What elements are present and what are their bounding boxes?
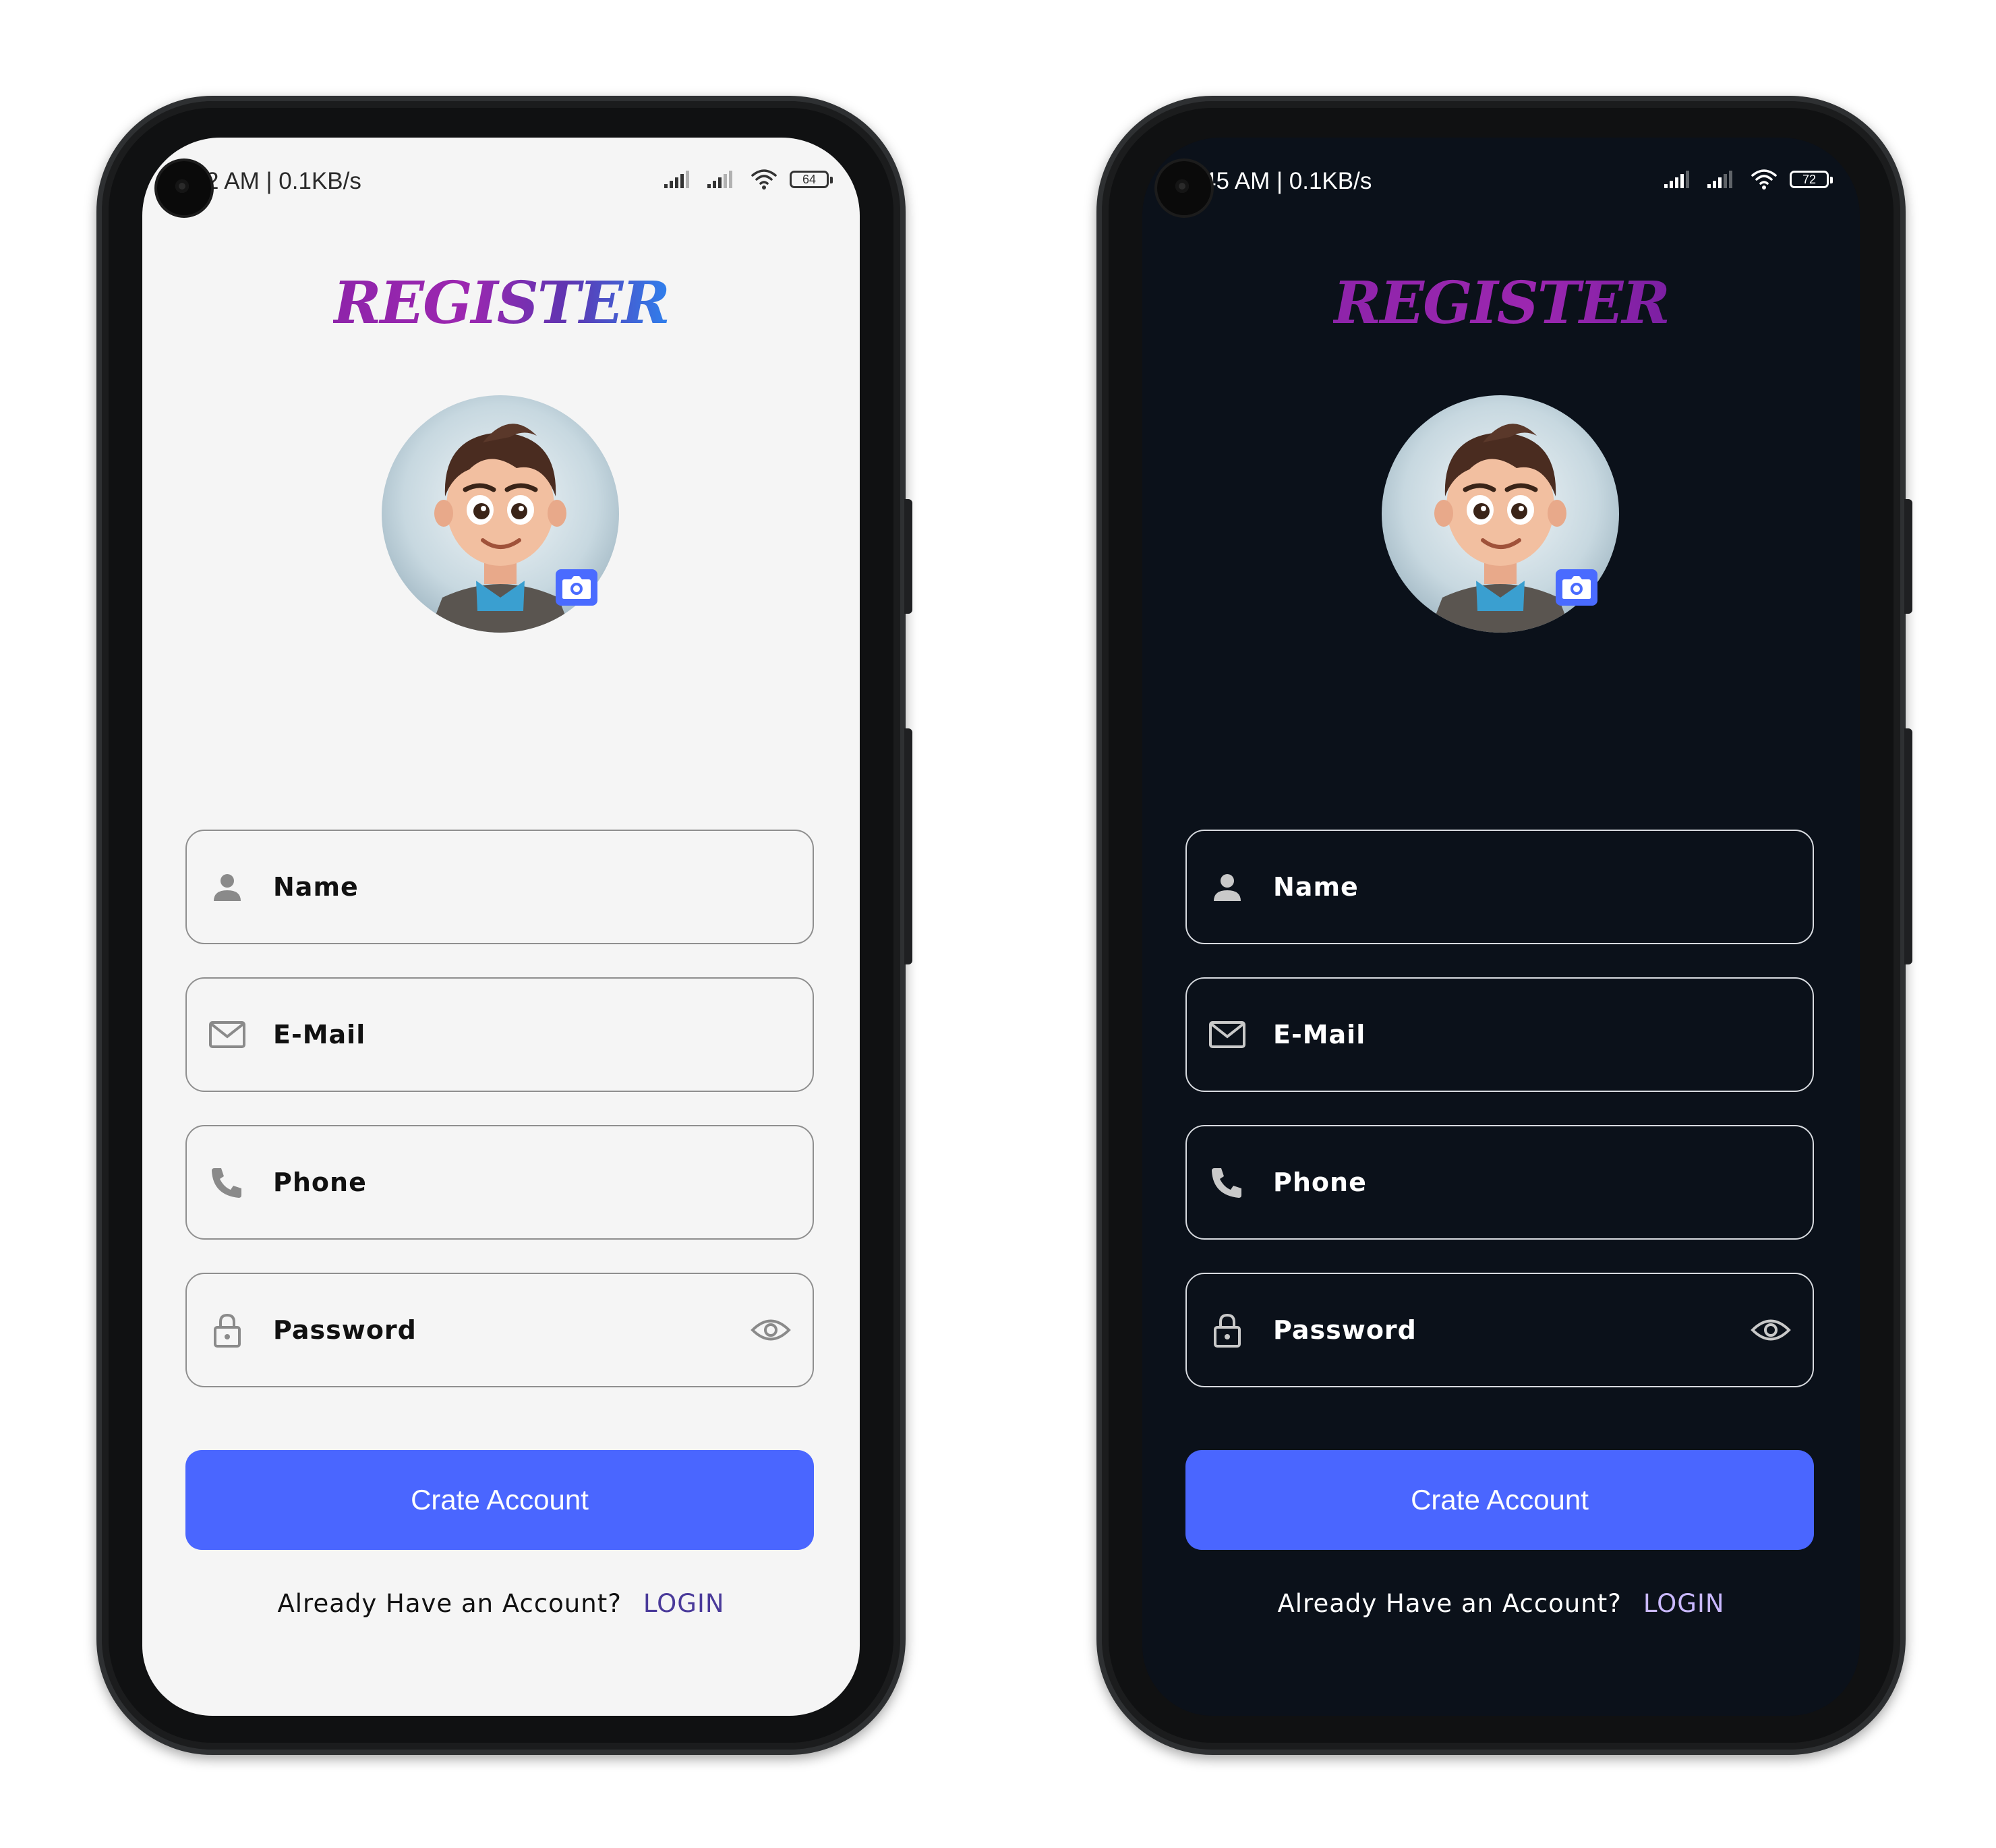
person-icon (1208, 868, 1246, 906)
phone-dark-mode: 45 AM | 0.1KB/s 72 REGISTER Name E-Mail … (1096, 96, 1912, 1755)
profile-picker[interactable] (382, 395, 619, 633)
status-icons: 72 (1664, 169, 1833, 190)
register-screen-dark: 45 AM | 0.1KB/s 72 REGISTER Name E-Mail … (1142, 138, 1860, 1716)
login-prompt: Already Have an Account? LOGIN (142, 1589, 860, 1618)
battery-icon: 64 (790, 171, 833, 188)
email-field[interactable]: E-Mail (1185, 977, 1814, 1092)
mail-icon (1208, 1016, 1246, 1053)
camera-icon[interactable] (1556, 569, 1597, 606)
login-link[interactable]: LOGIN (1643, 1589, 1725, 1618)
lock-icon (1208, 1311, 1246, 1349)
page-title: REGISTER (1333, 269, 1670, 337)
name-field[interactable]: Name (1185, 830, 1814, 944)
front-camera (1157, 161, 1211, 215)
phone-field[interactable]: Phone (1185, 1125, 1814, 1240)
wifi-icon (751, 169, 777, 190)
login-question: Already Have an Account? (277, 1589, 622, 1618)
password-field[interactable]: Password (185, 1273, 814, 1387)
register-screen-light: 2 AM | 0.1KB/s 64 REGISTER Name E-Mail P… (142, 138, 860, 1716)
profile-picker[interactable] (1382, 395, 1619, 633)
wifi-icon (1751, 169, 1777, 190)
login-prompt: Already Have an Account? LOGIN (1142, 1589, 1860, 1618)
password-field-label: Password (273, 1315, 417, 1345)
page-title: REGISTER (333, 269, 670, 337)
battery-level: 64 (802, 173, 817, 186)
signal-icon (664, 171, 689, 188)
signal-icon (707, 171, 732, 188)
phone-light-mode: 2 AM | 0.1KB/s 64 REGISTER Name E-Mail P… (96, 96, 912, 1755)
status-icons: 64 (664, 169, 833, 190)
name-field-label: Name (273, 872, 359, 902)
lock-icon (208, 1311, 246, 1349)
create-account-button[interactable]: Crate Account (185, 1450, 814, 1550)
status-time-speed: 2 AM | 0.1KB/s (206, 168, 361, 194)
phone-field-label: Phone (273, 1167, 367, 1197)
email-field-label: E-Mail (273, 1020, 366, 1049)
phone-field-label: Phone (1273, 1167, 1367, 1197)
create-account-button[interactable]: Crate Account (1185, 1450, 1814, 1550)
login-question: Already Have an Account? (1277, 1589, 1622, 1618)
phone-field[interactable]: Phone (185, 1125, 814, 1240)
email-field[interactable]: E-Mail (185, 977, 814, 1092)
signal-icon (1664, 171, 1689, 188)
power-button (904, 728, 912, 964)
email-field-label: E-Mail (1273, 1020, 1366, 1049)
battery-level: 72 (1802, 173, 1817, 186)
password-field-label: Password (1273, 1315, 1417, 1345)
name-field-label: Name (1273, 872, 1359, 902)
front-camera (157, 161, 211, 215)
person-icon (208, 868, 246, 906)
volume-button (904, 499, 912, 614)
status-time-speed: 45 AM | 0.1KB/s (1203, 168, 1372, 194)
name-field[interactable]: Name (185, 830, 814, 944)
login-link[interactable]: LOGIN (643, 1589, 725, 1618)
camera-icon[interactable] (556, 569, 597, 606)
mail-icon (208, 1016, 246, 1053)
battery-icon: 72 (1790, 171, 1833, 188)
password-field[interactable]: Password (1185, 1273, 1814, 1387)
phone-icon (1208, 1163, 1246, 1201)
signal-icon (1707, 171, 1732, 188)
eye-icon[interactable] (1749, 1311, 1792, 1349)
phone-icon (208, 1163, 246, 1201)
eye-icon[interactable] (749, 1311, 792, 1349)
power-button (1904, 728, 1912, 964)
volume-button (1904, 499, 1912, 614)
